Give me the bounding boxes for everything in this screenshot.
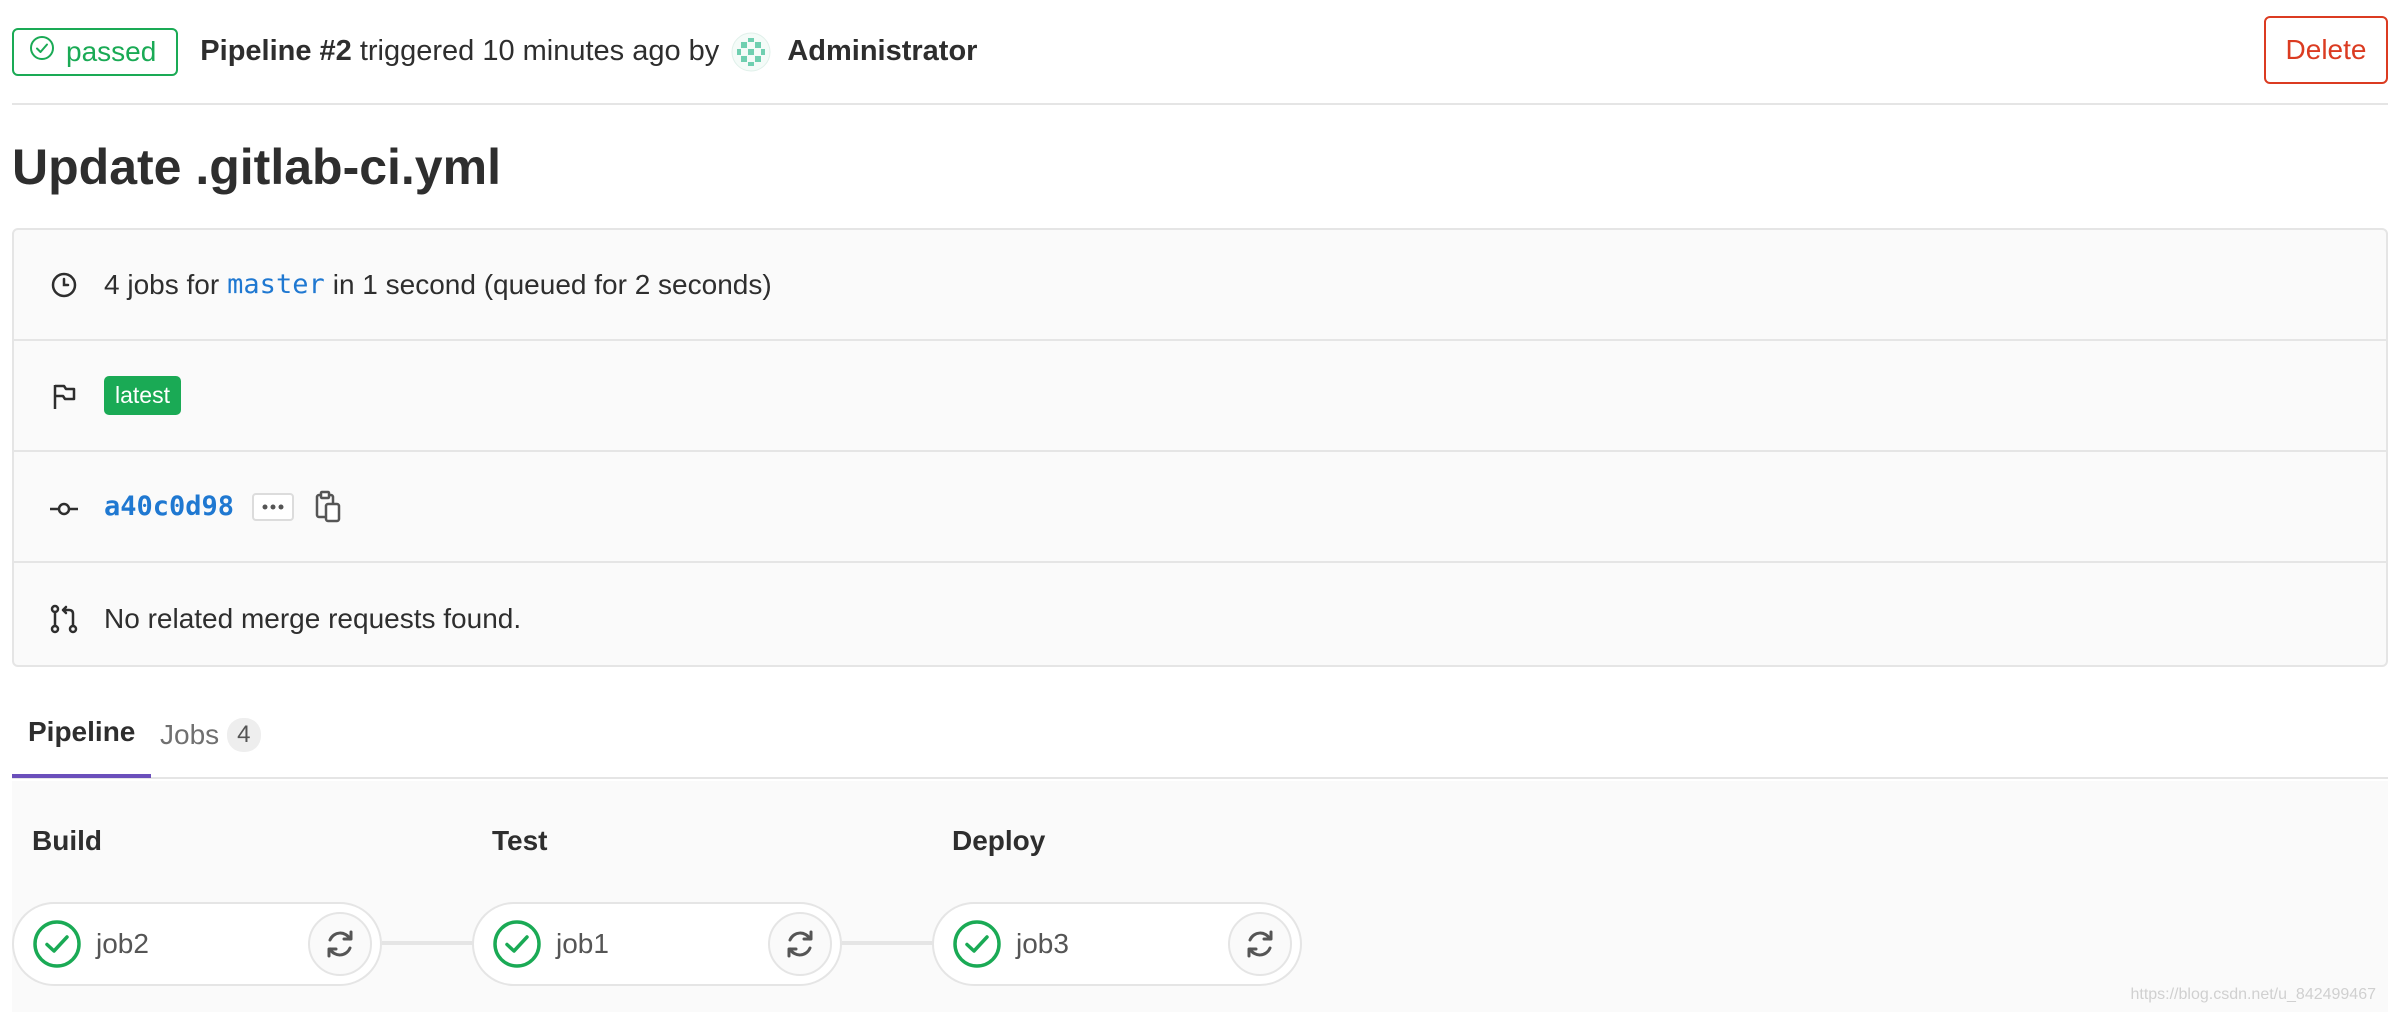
commit-row: a40c0d98 (14, 452, 2386, 563)
merge-requests-row: No related merge requests found. (14, 563, 2386, 674)
pipeline-graph: Build job2 Test job1 Deploy job3 https:/… (12, 781, 2388, 1012)
user-link[interactable]: Administrator (787, 35, 977, 68)
avatar[interactable] (731, 32, 771, 72)
commit-description-toggle[interactable] (252, 492, 295, 521)
pipeline-header: passed Pipeline #2 triggered 10 minutes … (12, 0, 2388, 105)
retry-icon (327, 930, 353, 958)
job-item[interactable]: job1 (472, 902, 842, 986)
copy-sha-icon[interactable] (312, 490, 344, 524)
delete-button[interactable]: Delete (2264, 16, 2388, 84)
pipeline-number: Pipeline #2 (200, 35, 352, 67)
job-name: job1 (556, 928, 609, 959)
retry-button[interactable] (768, 912, 832, 976)
success-icon (952, 919, 1002, 969)
stage-title: Build (32, 825, 102, 856)
tab-pipeline[interactable]: Pipeline (12, 690, 152, 778)
jobs-count-badge: 4 (227, 717, 261, 752)
merge-request-icon (48, 603, 80, 635)
pipeline-page: passed Pipeline #2 triggered 10 minutes … (0, 0, 2400, 1012)
pipeline-info-panel: 4 jobs for master in 1 second (queued fo… (12, 228, 2388, 667)
job-name: job2 (96, 928, 149, 959)
pipeline-meta: Pipeline #2 triggered 10 minutes ago by … (200, 32, 977, 72)
retry-icon (1247, 930, 1273, 958)
tab-jobs[interactable]: Jobs 4 (160, 690, 261, 779)
job-name: job3 (1016, 928, 1069, 959)
job-item[interactable]: job3 (932, 902, 1302, 986)
job-item[interactable]: job2 (12, 902, 382, 986)
ellipsis-icon (262, 504, 284, 509)
latest-badge: latest (104, 376, 181, 415)
stage-connector (382, 941, 474, 945)
duration-text: in 1 second (queued for 2 seconds) (332, 268, 772, 300)
commit-sha-link[interactable]: a40c0d98 (104, 491, 234, 522)
stage-title: Test (492, 825, 548, 856)
tab-jobs-label: Jobs (160, 718, 220, 750)
status-badge[interactable]: passed (12, 27, 179, 76)
success-icon (32, 919, 82, 969)
stage-title: Deploy (952, 825, 1046, 856)
success-icon (492, 919, 542, 969)
jobs-summary-row: 4 jobs for master in 1 second (queued fo… (14, 230, 2386, 341)
jobs-count-text: 4 jobs for (104, 268, 220, 300)
clock-icon (48, 269, 80, 301)
pipeline-tabs: Pipeline Jobs 4 (12, 690, 2388, 779)
branch-link[interactable]: master (227, 269, 325, 300)
retry-button[interactable] (308, 912, 372, 976)
tab-pipeline-label: Pipeline (28, 716, 136, 747)
commit-icon (48, 491, 80, 523)
page-title: Update .gitlab-ci.yml (12, 139, 501, 195)
status-label: passed (66, 35, 157, 67)
triggered-text: triggered 10 minutes ago by (359, 35, 720, 67)
retry-button[interactable] (1228, 912, 1292, 976)
check-circle-icon (28, 34, 56, 69)
merge-requests-text: No related merge requests found. (104, 602, 522, 634)
watermark: https://blog.csdn.net/u_842499467 (2130, 986, 2376, 1003)
retry-icon (787, 930, 813, 958)
flag-icon (48, 380, 80, 412)
tags-row: latest (14, 341, 2386, 452)
stage-connector (842, 941, 934, 945)
